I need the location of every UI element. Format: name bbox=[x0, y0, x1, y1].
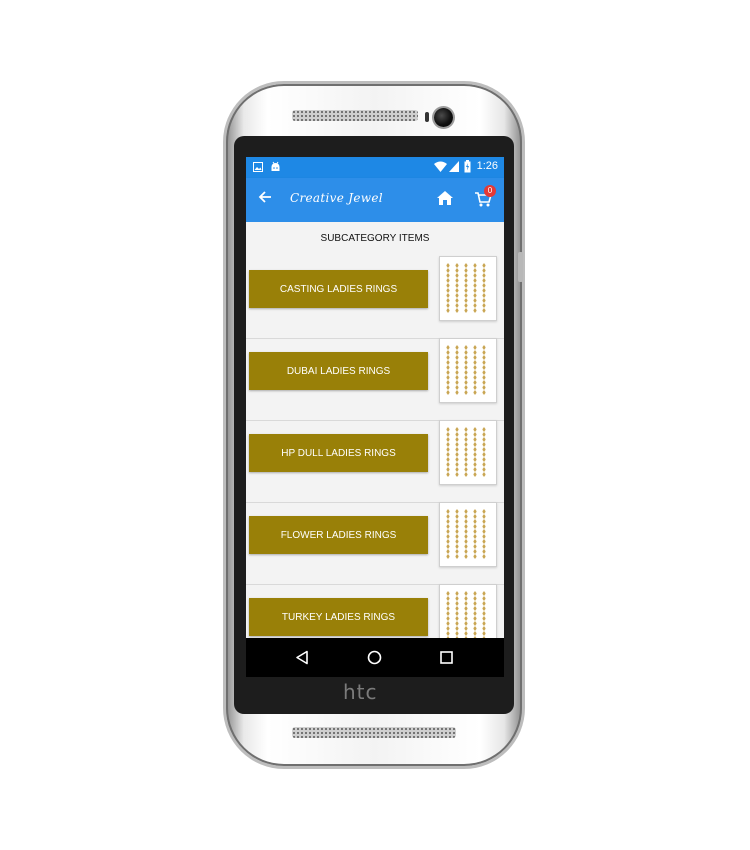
list-item[interactable]: DUBAI LADIES RINGS bbox=[246, 338, 504, 421]
brand-logo: htc bbox=[343, 680, 378, 704]
product-thumbnail[interactable] bbox=[439, 502, 497, 567]
home-icon[interactable] bbox=[436, 190, 454, 206]
list-item[interactable]: TURKEY LADIES RINGS bbox=[246, 584, 504, 638]
product-thumbnail[interactable] bbox=[439, 584, 497, 638]
cart-count-badge: 0 bbox=[484, 185, 496, 197]
subcategory-button-hp-dull[interactable]: HP DULL LADIES RINGS bbox=[249, 434, 428, 472]
status-bar: 1:26 bbox=[246, 157, 504, 178]
subcategory-button-turkey[interactable]: TURKEY LADIES RINGS bbox=[249, 598, 428, 636]
image-notification-icon bbox=[253, 162, 263, 172]
proximity-sensor bbox=[425, 112, 429, 122]
back-arrow-icon[interactable] bbox=[258, 190, 272, 204]
front-camera bbox=[434, 108, 453, 127]
list-item[interactable]: HP DULL LADIES RINGS bbox=[246, 420, 504, 503]
phone-screen: 1:26 Creative Jewel 0 SUBCATEGORY ITEMS … bbox=[246, 157, 504, 677]
subcategory-button-dubai[interactable]: DUBAI LADIES RINGS bbox=[249, 352, 428, 390]
nav-recent-icon[interactable] bbox=[440, 651, 453, 664]
list-item[interactable]: FLOWER LADIES RINGS bbox=[246, 502, 504, 585]
wifi-icon bbox=[434, 161, 447, 172]
product-thumbnail[interactable] bbox=[439, 256, 497, 321]
android-notification-icon bbox=[271, 161, 280, 171]
product-thumbnail[interactable] bbox=[439, 420, 497, 485]
system-navigation-bar bbox=[246, 638, 504, 677]
product-thumbnail[interactable] bbox=[439, 338, 497, 403]
page-title: SUBCATEGORY ITEMS bbox=[320, 233, 430, 244]
app-logo: Creative Jewel bbox=[290, 191, 383, 205]
bottom-speaker-grille bbox=[292, 727, 456, 738]
list-item[interactable]: CASTING LADIES RINGS bbox=[246, 256, 504, 339]
volume-button bbox=[518, 252, 523, 282]
app-bar: Creative Jewel 0 bbox=[246, 178, 504, 222]
subcategory-list[interactable]: SUBCATEGORY ITEMS CASTING LADIES RINGS D… bbox=[246, 222, 504, 638]
subcategory-button-casting[interactable]: CASTING LADIES RINGS bbox=[249, 270, 428, 308]
status-time: 1:26 bbox=[476, 160, 498, 172]
nav-back-icon[interactable] bbox=[295, 650, 309, 665]
top-speaker-grille bbox=[292, 110, 418, 121]
subcategory-button-flower[interactable]: FLOWER LADIES RINGS bbox=[249, 516, 428, 554]
battery-icon bbox=[464, 160, 471, 173]
nav-home-icon[interactable] bbox=[367, 650, 382, 665]
signal-icon bbox=[449, 161, 459, 172]
